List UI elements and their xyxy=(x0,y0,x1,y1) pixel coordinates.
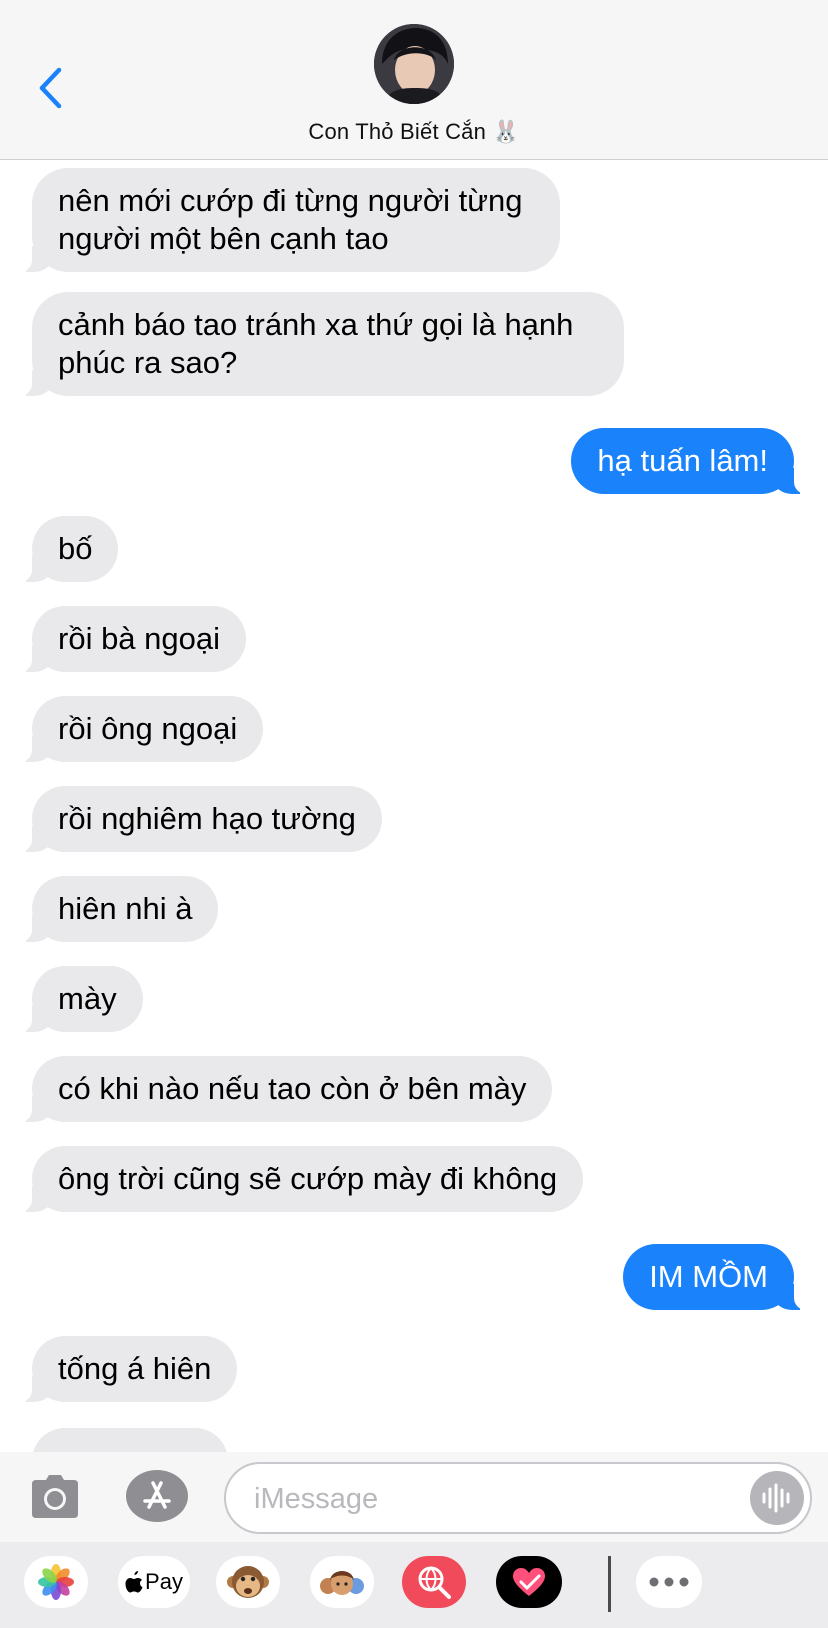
message-bubble-incoming[interactable]: cảnh báo tao tránh xa thứ gọi là hạnh ph… xyxy=(18,292,624,396)
monkey-icon xyxy=(227,1566,269,1598)
chevron-left-icon xyxy=(39,67,62,109)
message-bubble-incoming[interactable]: ông trời cũng sẽ cướp mày đi không xyxy=(17,1146,584,1212)
apple-logo-icon xyxy=(125,1571,143,1593)
message-composer xyxy=(0,1452,828,1542)
message-bubble-incoming[interactable]: rồi bà ngoại xyxy=(17,606,247,672)
app-store-icon xyxy=(143,1481,171,1509)
message-bubble-incoming[interactable]: có khi nào nếu tao còn ở bên mày xyxy=(17,1056,553,1122)
contact-avatar[interactable] xyxy=(374,24,454,104)
images-search-app-button[interactable] xyxy=(402,1556,466,1608)
message-bubble-outgoing[interactable]: hạ tuấn lâm! xyxy=(571,428,808,494)
message-thread[interactable]: nên mới cướp đi từng người từng người mộ… xyxy=(0,160,828,1452)
message-bubble-outgoing[interactable]: IM MỒM xyxy=(623,1244,808,1310)
digital-touch-app-button[interactable] xyxy=(496,1556,562,1608)
contact-name[interactable]: Con Thỏ Biết Cắn 🐰 xyxy=(0,119,828,145)
animoji-app-button[interactable] xyxy=(216,1556,280,1608)
message-bubble-incoming[interactable]: bố xyxy=(17,516,119,582)
more-apps-button[interactable] xyxy=(636,1556,702,1608)
imessage-input[interactable] xyxy=(254,1474,724,1524)
message-bubble-incoming-partial[interactable] xyxy=(32,1428,228,1452)
audio-message-button[interactable] xyxy=(750,1471,804,1525)
contact-name-text: Con Thỏ Biết Cắn xyxy=(308,119,487,144)
camera-icon xyxy=(32,1475,78,1518)
memoji-icon xyxy=(320,1571,364,1595)
app-store-button[interactable] xyxy=(126,1470,188,1522)
apple-pay-label: Pay xyxy=(145,1569,183,1594)
photos-app-button[interactable] xyxy=(24,1556,88,1608)
camera-button[interactable] xyxy=(30,1474,80,1520)
more-dots-icon xyxy=(649,1577,689,1587)
globe-search-icon xyxy=(418,1566,451,1599)
conversation-header: Con Thỏ Biết Cắn 🐰 xyxy=(0,0,828,160)
app-drawer: Pay xyxy=(0,1542,828,1628)
back-button[interactable] xyxy=(30,60,70,116)
rabbit-emoji: 🐰 xyxy=(492,120,520,145)
message-bubble-incoming[interactable]: hiên nhi à xyxy=(17,876,219,942)
message-bubble-incoming[interactable]: nên mới cướp đi từng người từng người mộ… xyxy=(18,168,560,272)
waveform-icon xyxy=(762,1483,790,1513)
message-bubble-incoming[interactable]: rồi ông ngoại xyxy=(17,696,264,762)
apple-pay-app-button[interactable]: Pay xyxy=(118,1556,190,1608)
memoji-app-button[interactable] xyxy=(310,1556,374,1608)
message-bubble-incoming[interactable]: tống á hiên xyxy=(17,1336,238,1402)
message-bubble-incoming[interactable]: mày xyxy=(18,966,143,1032)
heart-touch-icon xyxy=(513,1568,545,1596)
imessage-input-wrapper xyxy=(224,1462,812,1534)
drawer-divider xyxy=(608,1556,611,1612)
photos-icon xyxy=(38,1564,74,1600)
message-bubble-incoming[interactable]: rồi nghiêm hạo tường xyxy=(18,786,382,852)
